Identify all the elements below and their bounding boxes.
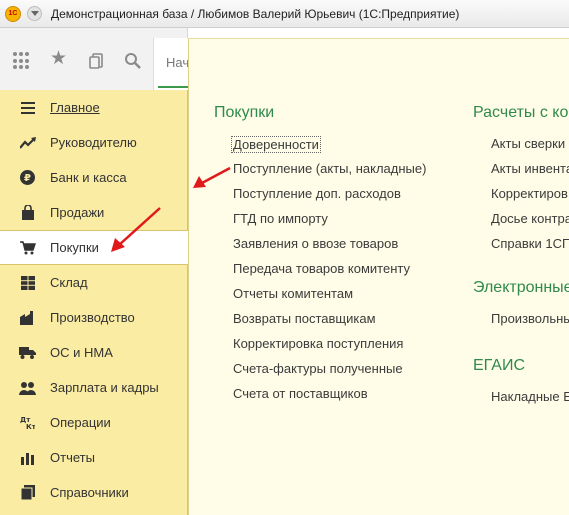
menu-lines-icon [19,100,36,116]
tab-home-label: Нач [166,55,190,70]
link-adjustments[interactable]: Корректиров [491,186,568,201]
annotation-arrow-receipts [193,166,231,188]
factory-icon [19,310,36,326]
app-logo-icon[interactable]: 1С [5,5,21,22]
sidebar-item-label: ОС и НМА [50,345,113,360]
chevron-down-icon [30,11,39,16]
sidebar-item-label: Руководителю [50,135,137,150]
sidebar-item-production[interactable]: Производство [0,300,188,335]
sidebar-item-label: Покупки [50,240,99,255]
sidebar-item-payroll[interactable]: Зарплата и кадры [0,370,188,405]
electronic-section-title: Электронные [473,279,569,296]
sidebar-item-directories[interactable]: Справочники [0,475,188,510]
tab-home[interactable]: Нач [153,38,194,90]
link-1sp-certificates[interactable]: Справки 1СП [491,236,569,251]
sidebar-item-label: Главное [50,100,100,115]
main-menu-button[interactable] [27,6,42,21]
warehouse-icon [19,275,36,291]
link-receipts[interactable]: Поступление (акты, накладные) [233,161,426,176]
link-counterparty-dossier[interactable]: Досье контра [491,211,569,226]
link-arbitrary-documents[interactable]: Произвольны [491,311,569,326]
ruble-coin-icon: ₽ [19,170,36,186]
link-egais-waybills[interactable]: Накладные Е [491,389,569,404]
apps-grid-icon[interactable] [13,52,31,70]
people-icon [19,380,36,396]
bar-chart-icon [19,450,36,466]
history-icon[interactable] [88,52,106,70]
sidebar-item-manager[interactable]: Руководителю [0,125,188,160]
star-icon[interactable]: ★ [50,49,68,68]
sections-sidebar: Главное Руководителю ₽ Банк и касса Прод… [0,90,189,515]
sidebar-item-reports[interactable]: Отчеты [0,440,188,475]
annotation-arrow-sidebar [111,207,161,252]
window-title-bar: 1С Демонстрационная база / Любимов Валер… [0,0,569,28]
link-import-applications[interactable]: Заявления о ввозе товаров [233,236,398,251]
link-supplier-bills[interactable]: Счета от поставщиков [233,386,368,401]
svg-text:₽: ₽ [24,173,31,184]
link-inventory-acts[interactable]: Акты инвента [491,161,569,176]
link-reconciliation-acts[interactable]: Акты сверки [491,136,565,151]
search-icon[interactable] [124,52,142,70]
link-principal-reports[interactable]: Отчеты комитентам [233,286,353,301]
window-title: Демонстрационная база / Любимов Валерий … [51,6,460,21]
truck-icon [19,345,36,361]
link-receipt-adjustment[interactable]: Корректировка поступления [233,336,403,351]
sidebar-item-label: Продажи [50,205,105,220]
cart-icon [19,240,36,256]
svg-text:Кт: Кт [26,423,35,430]
section-panel: Покупки Доверенности Поступление (акты, … [188,38,569,515]
sidebar-item-label: Производство [50,310,135,325]
sidebar-item-warehouse[interactable]: Склад [0,265,188,300]
sidebar-item-label: Склад [50,275,88,290]
books-icon [19,485,36,501]
debit-credit-icon: Дт Кт [19,415,36,431]
shopping-bag-icon [19,205,36,221]
sidebar-item-fixed-assets[interactable]: ОС и НМА [0,335,188,370]
sidebar-item-operations[interactable]: Дт Кт Операции [0,405,188,440]
trend-up-icon [19,135,36,151]
link-supplier-returns[interactable]: Возвраты поставщикам [233,311,376,326]
sidebar-item-main[interactable]: Главное [0,90,188,125]
sidebar-item-bank[interactable]: ₽ Банк и касса [0,160,188,195]
purchases-section-title: Покупки [214,104,275,121]
sidebar-item-label: Банк и касса [50,170,127,185]
link-power-of-attorney[interactable]: Доверенности [231,136,321,153]
link-invoices-received[interactable]: Счета-фактуры полученные [233,361,403,376]
sidebar-item-label: Справочники [50,485,129,500]
sidebar-item-label: Зарплата и кадры [50,380,159,395]
egais-section-title: ЕГАИС [473,357,525,374]
link-transfer-to-principal[interactable]: Передача товаров комитенту [233,261,410,276]
sidebar-item-label: Операции [50,415,111,430]
link-additional-costs[interactable]: Поступление доп. расходов [233,186,401,201]
sidebar-item-label: Отчеты [50,450,95,465]
link-import-declarations[interactable]: ГТД по импорту [233,211,328,226]
settlements-section-title: Расчеты с ко [473,104,569,121]
